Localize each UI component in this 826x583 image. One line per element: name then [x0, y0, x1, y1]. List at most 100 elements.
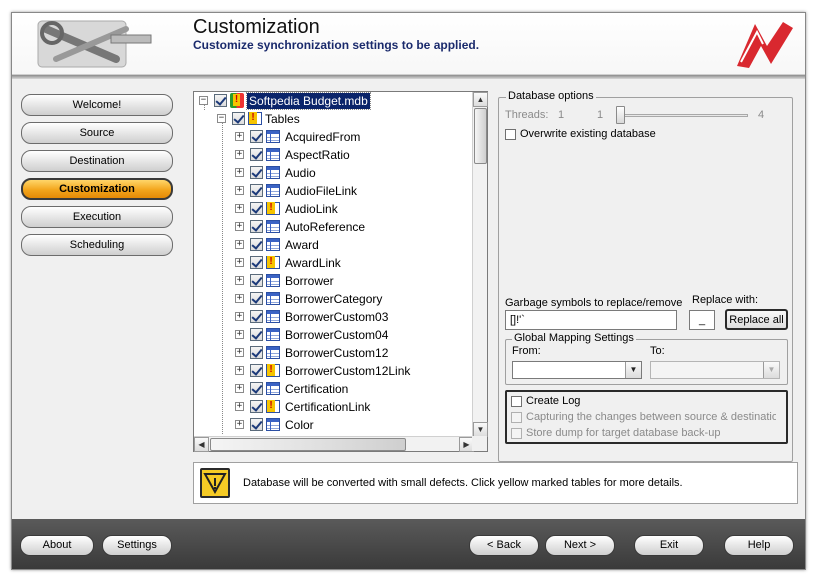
tree-table-label[interactable]: BorrowerCustom12Link	[285, 363, 410, 379]
checkbox-checked-icon[interactable]	[214, 94, 227, 107]
tree-table-label[interactable]: BorrowerCustom04	[285, 327, 388, 343]
checkbox-checked-icon[interactable]	[250, 400, 263, 413]
tree-table-label[interactable]: AutoReference	[285, 219, 365, 235]
checkbox-checked-icon[interactable]	[250, 274, 263, 287]
expand-icon[interactable]: +	[235, 312, 244, 321]
settings-button[interactable]: Settings	[102, 535, 172, 556]
tree-table-row[interactable]: + BorrowerCategory	[194, 290, 474, 308]
dropdown-arrow-icon[interactable]: ▼	[625, 362, 641, 378]
tree-table-row[interactable]: + AudioLink	[194, 200, 474, 218]
nav-execution-button[interactable]: Execution	[21, 206, 173, 228]
tree-table-label[interactable]: BorrowerCategory	[285, 291, 382, 307]
tree-table-label[interactable]: Award	[285, 237, 319, 253]
scroll-left-icon[interactable]: ◀	[194, 437, 209, 452]
tree-table-label[interactable]: Color	[285, 417, 314, 433]
next-button[interactable]: Next >	[545, 535, 615, 556]
tree-root-row[interactable]: − Softpedia Budget.mdb	[194, 92, 474, 110]
expand-icon[interactable]: +	[235, 384, 244, 393]
nav-welcome-button[interactable]: Welcome!	[21, 94, 173, 116]
about-button[interactable]: About	[20, 535, 94, 556]
capture-changes-checkbox[interactable]	[511, 412, 522, 423]
expand-icon[interactable]: +	[235, 420, 244, 429]
expand-icon[interactable]: +	[235, 276, 244, 285]
checkbox-checked-icon[interactable]	[250, 292, 263, 305]
tree-table-label[interactable]: AspectRatio	[285, 147, 350, 163]
tree-table-label[interactable]: AudioLink	[285, 201, 338, 217]
expand-icon[interactable]: +	[235, 348, 244, 357]
checkbox-checked-icon[interactable]	[250, 382, 263, 395]
create-log-checkbox[interactable]	[511, 396, 522, 407]
tree-table-label[interactable]: BorrowerCustom03	[285, 309, 388, 325]
tree-table-row[interactable]: + Borrower	[194, 272, 474, 290]
horizontal-scroll-thumb[interactable]	[210, 438, 406, 451]
horizontal-scrollbar[interactable]: ◀ ▶	[194, 436, 474, 452]
exit-button[interactable]: Exit	[634, 535, 704, 556]
nav-scheduling-button[interactable]: Scheduling	[21, 234, 173, 256]
tree-table-row[interactable]: + BorrowerCustom12	[194, 344, 474, 362]
checkbox-checked-icon[interactable]	[250, 166, 263, 179]
expand-icon[interactable]: +	[235, 258, 244, 267]
checkbox-checked-icon[interactable]	[232, 112, 245, 125]
tree-table-row[interactable]: + Color	[194, 416, 474, 434]
tree-table-label[interactable]: BorrowerCustom12	[285, 345, 388, 361]
tree-table-label[interactable]: AudioFileLink	[285, 183, 357, 199]
collapse-icon[interactable]: −	[199, 96, 208, 105]
replace-with-input[interactable]: _	[689, 310, 715, 330]
checkbox-checked-icon[interactable]	[250, 220, 263, 233]
tree-table-row[interactable]: + AspectRatio	[194, 146, 474, 164]
checkbox-checked-icon[interactable]	[250, 238, 263, 251]
expand-icon[interactable]: +	[235, 402, 244, 411]
checkbox-checked-icon[interactable]	[250, 328, 263, 341]
checkbox-checked-icon[interactable]	[250, 130, 263, 143]
back-button[interactable]: < Back	[469, 535, 539, 556]
nav-destination-button[interactable]: Destination	[21, 150, 173, 172]
tree-table-label[interactable]: AcquiredFrom	[285, 129, 360, 145]
tree-table-label[interactable]: CertificationLink	[285, 399, 370, 415]
scroll-up-icon[interactable]: ▲	[473, 92, 488, 107]
threads-slider-thumb[interactable]	[616, 106, 625, 124]
tree-root-label[interactable]: Softpedia Budget.mdb	[246, 92, 371, 110]
expand-icon[interactable]: +	[235, 222, 244, 231]
tree-table-row[interactable]: + AwardLink	[194, 254, 474, 272]
vertical-scroll-thumb[interactable]	[474, 108, 487, 164]
tree-table-row[interactable]: + BorrowerCustom03	[194, 308, 474, 326]
expand-icon[interactable]: +	[235, 240, 244, 249]
overwrite-checkbox[interactable]	[505, 129, 516, 140]
threads-slider-track[interactable]	[616, 114, 748, 117]
scroll-down-icon[interactable]: ▼	[473, 422, 488, 437]
tree-table-row[interactable]: + BorrowerCustom04	[194, 326, 474, 344]
garbage-symbols-input[interactable]: []!'`	[505, 310, 677, 330]
expand-icon[interactable]: +	[235, 330, 244, 339]
expand-icon[interactable]: +	[235, 366, 244, 375]
tree-table-label[interactable]: Audio	[285, 165, 316, 181]
expand-icon[interactable]: +	[235, 204, 244, 213]
tree-table-row[interactable]: + Award	[194, 236, 474, 254]
help-button[interactable]: Help	[724, 535, 794, 556]
expand-icon[interactable]: +	[235, 132, 244, 141]
tree-table-row[interactable]: + BorrowerCustom12Link	[194, 362, 474, 380]
expand-icon[interactable]: +	[235, 186, 244, 195]
checkbox-checked-icon[interactable]	[250, 202, 263, 215]
replace-all-button[interactable]: Replace all	[725, 309, 788, 330]
tree-table-row[interactable]: + AutoReference	[194, 218, 474, 236]
checkbox-checked-icon[interactable]	[250, 364, 263, 377]
dropdown-arrow-icon[interactable]: ▼	[763, 362, 779, 378]
collapse-icon[interactable]: −	[217, 114, 226, 123]
nav-customization-button[interactable]: Customization	[21, 178, 173, 200]
table-tree[interactable]: − Softpedia Budget.mdb − Tables + Acquire…	[193, 91, 488, 452]
checkbox-checked-icon[interactable]	[250, 148, 263, 161]
tree-table-label[interactable]: Borrower	[285, 273, 334, 289]
from-select[interactable]: ▼	[512, 361, 642, 379]
tree-table-row[interactable]: + AudioFileLink	[194, 182, 474, 200]
tree-table-row[interactable]: + CertificationLink	[194, 398, 474, 416]
tree-table-label[interactable]: Certification	[285, 381, 348, 397]
tree-table-row[interactable]: + Certification	[194, 380, 474, 398]
store-dump-checkbox[interactable]	[511, 428, 522, 439]
vertical-scrollbar[interactable]: ▲ ▼	[472, 92, 488, 437]
checkbox-checked-icon[interactable]	[250, 418, 263, 431]
tree-tables-label[interactable]: Tables	[265, 111, 300, 127]
tree-table-row[interactable]: + AcquiredFrom	[194, 128, 474, 146]
checkbox-checked-icon[interactable]	[250, 346, 263, 359]
nav-source-button[interactable]: Source	[21, 122, 173, 144]
expand-icon[interactable]: +	[235, 294, 244, 303]
